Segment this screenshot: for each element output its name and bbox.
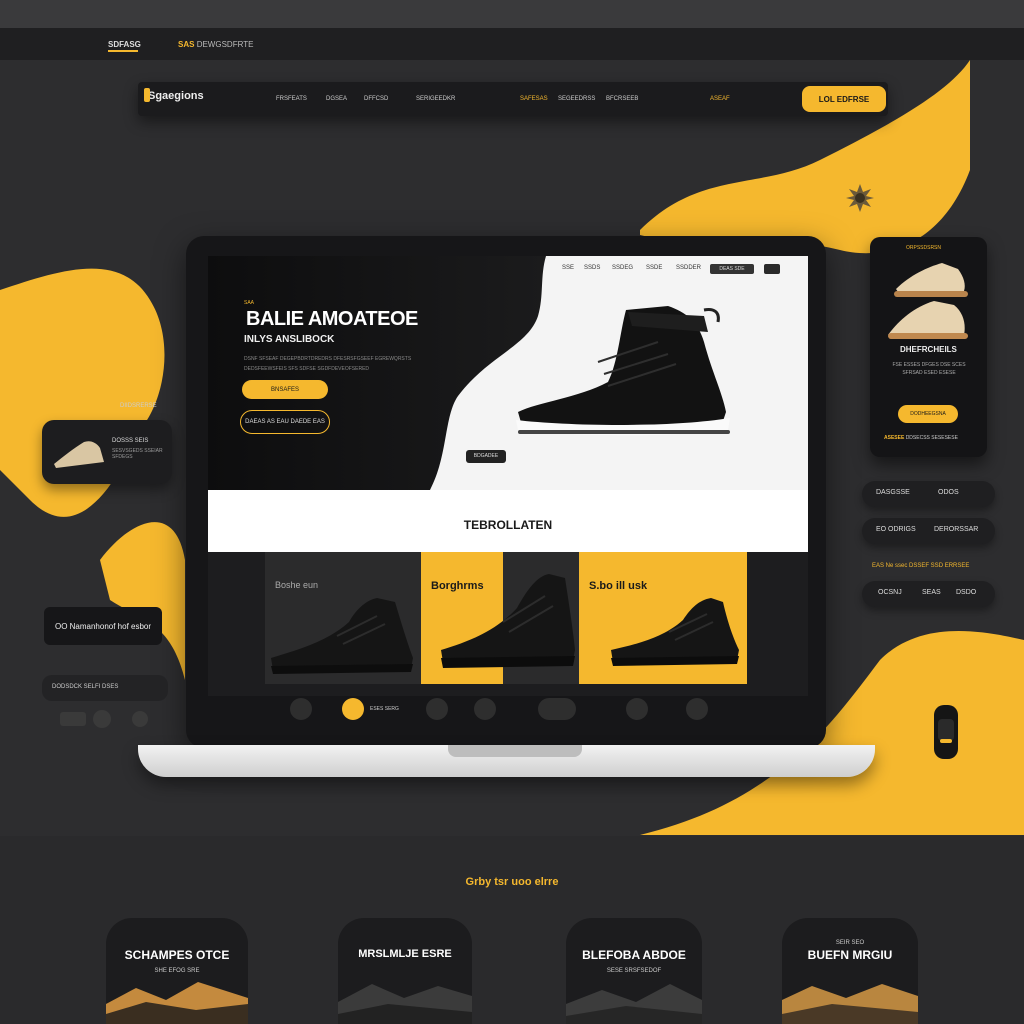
page: SDFASG SAS DEWGSDFRTE Sgaegions FRSFEATS…: [0, 0, 1024, 1024]
hero-eyebrow: SAA: [244, 300, 255, 306]
product-thumb-icon[interactable]: [474, 698, 496, 720]
nav-item-3[interactable]: DFFCSD: [364, 96, 388, 102]
right-caption: EAS Ne ssec DSSEF SSD ERRSEE: [872, 563, 970, 569]
phone-subtitle: FSE ESSES DFGES DSE SCES SFRSAD ESED ESE…: [892, 362, 966, 376]
right-pill-value: DERORSSAR: [934, 526, 979, 533]
product-card-3[interactable]: S.bo ill usk: [579, 552, 747, 684]
category-subtitle: SEIR SEO: [835, 940, 865, 946]
hero-nav-5[interactable]: SSDDER: [676, 265, 701, 271]
hero-nav-1[interactable]: SSE: [562, 265, 574, 271]
nav-item-5[interactable]: SAFESAS: [520, 96, 548, 102]
right-pill-text: EO ODRIGS: [876, 526, 916, 533]
terrain-image: [338, 984, 472, 1024]
top-strip: [0, 0, 1024, 28]
product-thumb-icon[interactable]: [686, 698, 708, 720]
product-card-2[interactable]: Borghrms: [421, 552, 579, 684]
bottom-section-title: Grby tsr uoo elrre: [465, 876, 559, 888]
right-pill-text: OCSNJ: [878, 589, 902, 596]
hero-nav-button[interactable]: DEAS SDE: [710, 264, 754, 274]
hero-subtitle: INLYS ANSLIBOCK: [244, 334, 335, 345]
nav-item-2[interactable]: DGSEA: [326, 96, 347, 102]
gear-icon: [846, 184, 874, 212]
hero-nav-3[interactable]: SSDEG: [612, 265, 633, 271]
sneaker-hero-image: [516, 306, 730, 436]
product-card-1[interactable]: Boshe eun: [265, 552, 421, 684]
nav-item-4[interactable]: SERIGEEDKR: [416, 96, 455, 102]
laptop-screen: SSE SSDS SSDEG SSDE SSDDER DEAS SDE SAA …: [208, 256, 808, 696]
icon-row-label: ESES SERG: [370, 706, 399, 712]
right-pill-value: SEAS: [922, 589, 941, 596]
right-pill-text: DASGSSE: [876, 489, 910, 496]
sneaker-image: [611, 598, 739, 666]
hero-body: DSNF SFSEAF DEGEPBDRTDREDRS DFESRSFGSEEF…: [244, 356, 412, 372]
section-title: TEBROLLATEN: [463, 518, 553, 532]
phone-footer-text: DDSECSS SESESESE: [905, 435, 958, 441]
right-pill-extra: DSDO: [956, 589, 977, 596]
phone-label: ORPSSDSRSN: [906, 245, 942, 251]
product-thumb-icon[interactable]: [538, 698, 576, 720]
phone-button[interactable]: DODHEEGSNA: [898, 405, 958, 423]
side-product-card[interactable]: DOSSS SEIS SESVSGEDS SSEIAR SFDEGS: [42, 420, 172, 484]
nav-item-7[interactable]: BFCRSEEB: [606, 96, 638, 102]
phone-mockup: ORPSSDSRSN DHEFRCHEILS FSE ESSES DFGES D…: [870, 237, 987, 457]
terrain-image: [782, 984, 918, 1024]
side-card-subtitle: SESVSGEDS SSEIAR SFDEGS: [112, 448, 163, 460]
hero-nav-4[interactable]: SSDE: [646, 265, 662, 271]
right-pill-value: ODOS: [938, 489, 959, 496]
main-navbar: Sgaegions FRSFEATS DGSEA DFFCSD SERIGEED…: [138, 82, 888, 116]
nav-item-1[interactable]: FRSFEATS: [276, 96, 307, 102]
side-widget-label: DIIDSRERSE: [120, 403, 157, 409]
hero-secondary-button[interactable]: DAEAS AS EAU DAEDE EAS: [240, 410, 330, 434]
phone-footer: ASESEE DDSECSS SESESESE: [884, 435, 958, 441]
subbar-link-primary[interactable]: SDFASG: [108, 40, 141, 52]
site-logo[interactable]: Sgaegions: [144, 88, 204, 102]
sneaker-image: [441, 574, 575, 668]
icon-row: ESES SERG: [270, 696, 730, 726]
phone-title: DHEFRCHEILS: [900, 345, 957, 354]
product-cards: Boshe eun Borghrms S.bo ill usk: [265, 552, 747, 684]
category-title: BUEFN MRGIU: [807, 948, 893, 962]
category-card-1[interactable]: SCHAMPES OTCE SHE EFOG SRE: [106, 918, 248, 1024]
mini-icons: [60, 710, 148, 728]
product-thumb-icon[interactable]: [290, 698, 312, 720]
hero-nav-2[interactable]: SSDS: [584, 265, 600, 271]
category-title: BLEFOBA ABDOE: [582, 948, 686, 962]
right-pill-2[interactable]: EO ODRIGS DERORSSAR: [862, 518, 995, 544]
product-thumbnail: [54, 441, 104, 468]
category-card-3[interactable]: BLEFOBA ABDOE SESE SRSFSEDOF: [566, 918, 702, 1024]
smartwatch-icon: [934, 705, 958, 759]
right-pill-3[interactable]: OCSNJ SEAS DSDO: [862, 581, 995, 607]
subbar-text: DEWGSDFRTE: [196, 40, 254, 49]
right-pill-1[interactable]: DASGSSE ODOS: [862, 481, 995, 507]
hero-tag-pill[interactable]: BDGADEE: [466, 450, 506, 463]
subbar-accent-text: SAS: [178, 40, 195, 49]
coin-icon[interactable]: [342, 698, 364, 720]
nav-item-8[interactable]: ASEAF: [710, 96, 730, 102]
cart-icon[interactable]: [764, 264, 780, 274]
category-card-2[interactable]: MRSLMLJE ESRE: [338, 918, 472, 1024]
product-card-title: S.bo ill usk: [589, 580, 648, 592]
side-card-title: DOSSS SEIS: [112, 438, 149, 444]
sub-bar: SDFASG SAS DEWGSDFRTE: [0, 28, 1024, 60]
nav-item-6[interactable]: SEGEEDRSS: [558, 96, 595, 102]
category-title: MRSLMLJE ESRE: [358, 948, 452, 960]
category-title: SCHAMPES OTCE: [124, 948, 230, 962]
product-thumb-icon[interactable]: [626, 698, 648, 720]
phone-footer-accent: ASESEE: [884, 435, 905, 441]
hero-title: BALIE AMOATEOE: [246, 308, 418, 330]
small-pill-text: DODSDCK SELFI DSES: [52, 684, 119, 690]
promo-pill[interactable]: OO Namanhonof hof esbor: [44, 607, 162, 645]
laptop-notch: [448, 745, 582, 757]
header-cta-button[interactable]: LOL EDFRSE: [802, 86, 886, 112]
product-thumb-icon[interactable]: [426, 698, 448, 720]
terrain-image: [106, 982, 248, 1024]
terrain-image: [566, 984, 702, 1024]
small-info-pill[interactable]: DODSDCK SELFI DSES: [42, 675, 168, 701]
sneaker-image: [271, 598, 413, 674]
subbar-link-secondary[interactable]: SAS DEWGSDFRTE: [178, 40, 253, 49]
hero-primary-button[interactable]: BNSAFES: [242, 380, 328, 399]
product-card-title: Boshe eun: [275, 580, 319, 590]
category-card-4[interactable]: SEIR SEO BUEFN MRGIU: [782, 918, 918, 1024]
phone-product-image: [888, 263, 968, 339]
